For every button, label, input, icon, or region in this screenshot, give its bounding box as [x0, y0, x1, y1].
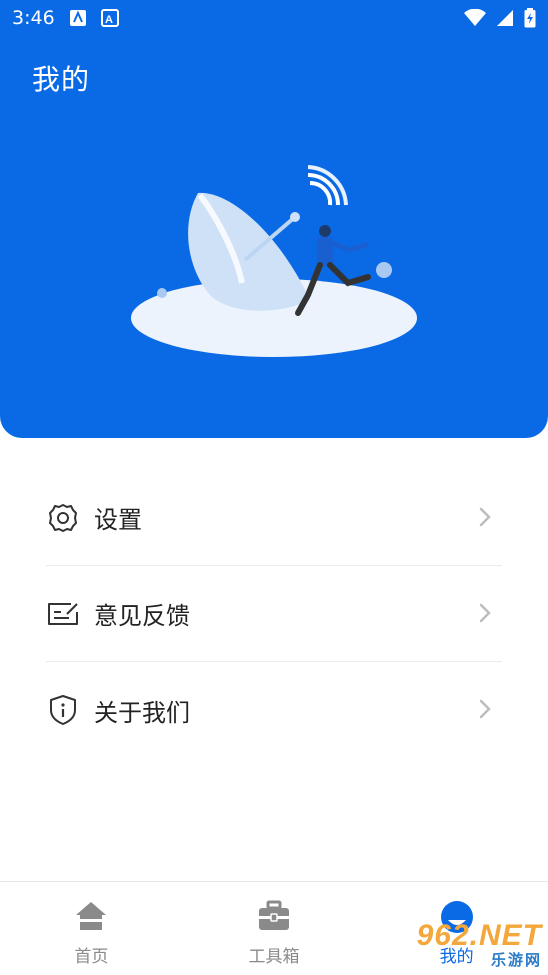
- chevron-right-icon: [479, 699, 491, 719]
- satellite-runner-illustration: [131, 165, 417, 357]
- watermark-logo: 962.NET 乐游网: [417, 919, 542, 970]
- wifi-icon: [464, 9, 486, 26]
- menu-item-about[interactable]: 关于我们: [46, 662, 502, 758]
- tab-home[interactable]: 首页: [16, 882, 166, 975]
- status-time: 3:46: [12, 7, 55, 29]
- battery-icon: [524, 8, 536, 28]
- shield-info-icon: [46, 693, 80, 727]
- tab-label-toolbox: 工具箱: [248, 947, 300, 967]
- svg-text:A: A: [105, 14, 113, 26]
- chevron-right-icon: [479, 507, 491, 527]
- notification-icon: [69, 10, 86, 26]
- toolbox-icon: [258, 900, 289, 930]
- page-title: 我的: [32, 63, 91, 96]
- app-notification-icon: A: [100, 9, 119, 27]
- menu-item-settings[interactable]: 设置: [46, 470, 502, 566]
- watermark-brand: 962.NET: [416, 919, 542, 952]
- menu-label-settings: 设置: [94, 506, 142, 534]
- watermark-subtitle: 乐游网: [490, 952, 542, 969]
- signal-icon: [497, 10, 513, 26]
- chevron-right-icon: [479, 603, 491, 623]
- tab-toolbox[interactable]: 工具箱: [199, 882, 349, 975]
- menu-label-feedback: 意见反馈: [94, 602, 190, 630]
- status-bar: 3:46 A: [0, 0, 548, 36]
- menu-label-about: 关于我们: [94, 698, 190, 727]
- home-icon: [76, 902, 107, 930]
- tab-label-home: 首页: [74, 947, 109, 967]
- menu-item-feedback[interactable]: 意见反馈: [46, 566, 502, 662]
- feedback-icon: [46, 597, 80, 631]
- settings-menu: 设置 意见反馈 关于我们: [46, 470, 502, 758]
- gear-icon: [46, 501, 80, 535]
- profile-header: 我的: [0, 0, 548, 438]
